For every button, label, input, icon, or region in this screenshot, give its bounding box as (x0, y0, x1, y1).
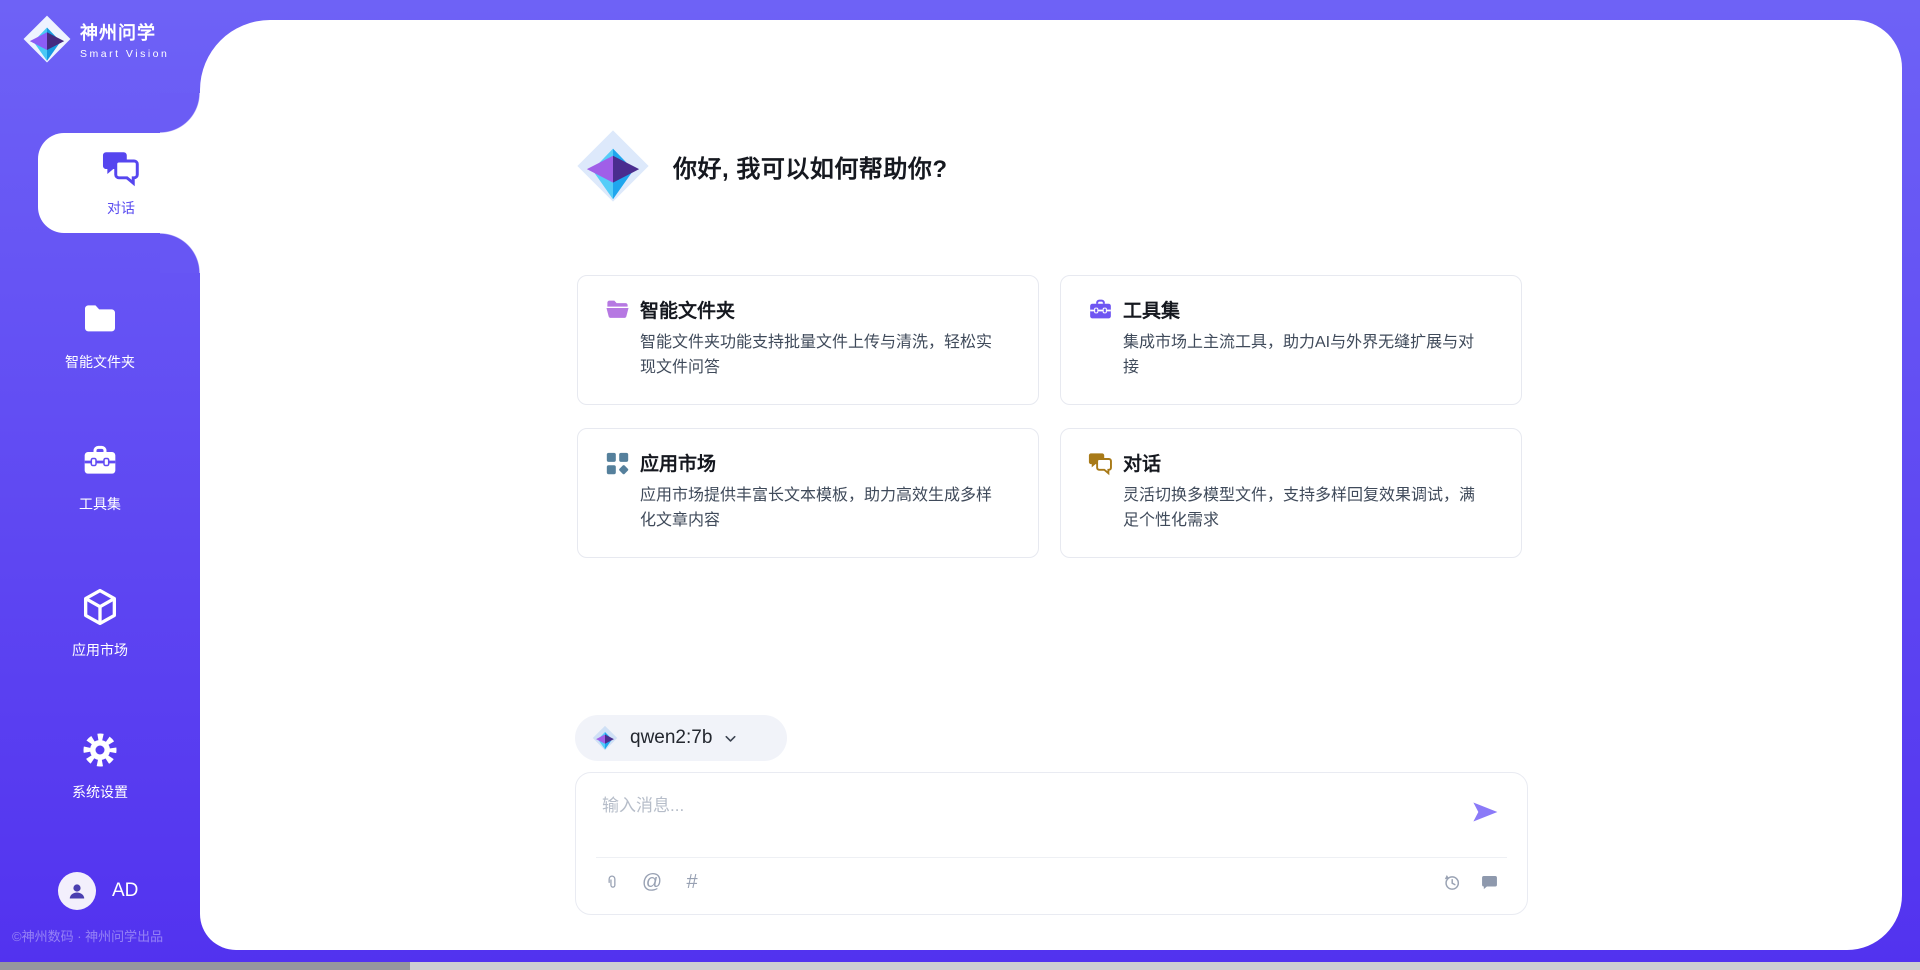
sidebar-item-chat[interactable]: 对话 (38, 133, 204, 233)
briefcase-icon (1087, 297, 1114, 324)
card-app-market[interactable]: 应用市场 应用市场提供丰富长文本模板，助力高效生成多样化文章内容 (577, 428, 1039, 558)
card-description: 集成市场上主流工具，助力AI与外界无缝扩展与对接 (1123, 330, 1489, 380)
brand-name: 神州问学 (80, 19, 169, 45)
brand-tagline: Smart Vision (80, 48, 169, 60)
message-input[interactable] (600, 789, 1444, 823)
sidebar-item-label: 对话 (38, 198, 204, 218)
user-icon (65, 879, 89, 903)
bottom-bar (0, 962, 1920, 970)
grid-icon (604, 450, 631, 477)
card-title: 应用市场 (640, 449, 716, 476)
at-icon: @ (642, 871, 662, 894)
composer-divider (596, 857, 1507, 858)
sidebar-footer: ©神州数码 · 神州问学出品 (12, 926, 202, 945)
greeting-title: 你好, 我可以如何帮助你? (673, 149, 948, 184)
brand: 神州问学 Smart Vision (22, 14, 169, 64)
cube-icon (79, 586, 121, 628)
card-description: 灵活切换多模型文件，支持多样回复效果调试，满足个性化需求 (1123, 483, 1489, 533)
avatar (58, 872, 96, 910)
card-toolset[interactable]: 工具集 集成市场上主流工具，助力AI与外界无缝扩展与对接 (1060, 275, 1522, 405)
card-title: 智能文件夹 (640, 296, 735, 323)
card-title: 工具集 (1123, 296, 1180, 323)
model-logo-icon (592, 725, 618, 751)
mention-button[interactable]: @ (640, 869, 664, 895)
history-icon (1441, 872, 1462, 893)
main-panel: 你好, 我可以如何帮助你? 智能文件夹 智能文件夹功能支持批量文件上传与清洗，轻… (200, 20, 1902, 950)
hash-icon: # (686, 871, 697, 894)
gear-icon (80, 730, 120, 770)
sidebar-item-toolset[interactable]: 工具集 (0, 442, 200, 514)
hero: 你好, 我可以如何帮助你? (575, 128, 948, 204)
card-smart-folder[interactable]: 智能文件夹 智能文件夹功能支持批量文件上传与清洗，轻松实现文件问答 (577, 275, 1039, 405)
chat-icon (1087, 450, 1114, 477)
composer-actions (1439, 869, 1501, 895)
model-selector[interactable]: qwen2:7b (575, 715, 787, 761)
send-button[interactable] (1471, 799, 1499, 825)
sidebar-item-label: 系统设置 (0, 782, 200, 802)
sidebar-item-label: 工具集 (0, 494, 200, 514)
sidebar-item-settings[interactable]: 系统设置 (0, 730, 200, 802)
chevron-down-icon (722, 730, 739, 747)
sidebar-item-label: 应用市场 (0, 640, 200, 660)
folder-icon (604, 297, 631, 324)
card-description: 智能文件夹功能支持批量文件上传与清洗，轻松实现文件问答 (640, 330, 1006, 380)
user-name: AD (112, 880, 138, 902)
brand-diamond-logo (575, 128, 651, 204)
user-profile[interactable]: AD (58, 872, 138, 910)
sidebar-item-smart-folder[interactable]: 智能文件夹 (0, 300, 200, 372)
brand-diamond-logo (22, 14, 72, 64)
model-name: qwen2:7b (630, 727, 712, 749)
briefcase-icon (80, 442, 120, 482)
chat-icon (100, 147, 142, 189)
topic-button[interactable]: # (680, 869, 704, 895)
card-title: 对话 (1123, 449, 1161, 476)
attach-button[interactable] (600, 869, 624, 895)
message-icon (1479, 872, 1500, 893)
sidebar-item-label: 智能文件夹 (0, 352, 200, 372)
feature-cards: 智能文件夹 智能文件夹功能支持批量文件上传与清洗，轻松实现文件问答 工具集 集成… (577, 275, 1522, 558)
feedback-button[interactable] (1477, 869, 1501, 895)
composer-tools: @ # (600, 869, 704, 895)
paperclip-icon (603, 871, 621, 894)
card-chat[interactable]: 对话 灵活切换多模型文件，支持多样回复效果调试，满足个性化需求 (1060, 428, 1522, 558)
history-button[interactable] (1439, 869, 1463, 895)
sidebar-item-app-market[interactable]: 应用市场 (0, 586, 200, 660)
card-description: 应用市场提供丰富长文本模板，助力高效生成多样化文章内容 (640, 483, 1006, 533)
app-background: 你好, 我可以如何帮助你? 智能文件夹 智能文件夹功能支持批量文件上传与清洗，轻… (0, 0, 1920, 970)
composer: @ # (575, 772, 1528, 915)
sidebar: 神州问学 Smart Vision 对话 智能文件夹 (0, 0, 200, 962)
folder-icon (80, 300, 120, 340)
